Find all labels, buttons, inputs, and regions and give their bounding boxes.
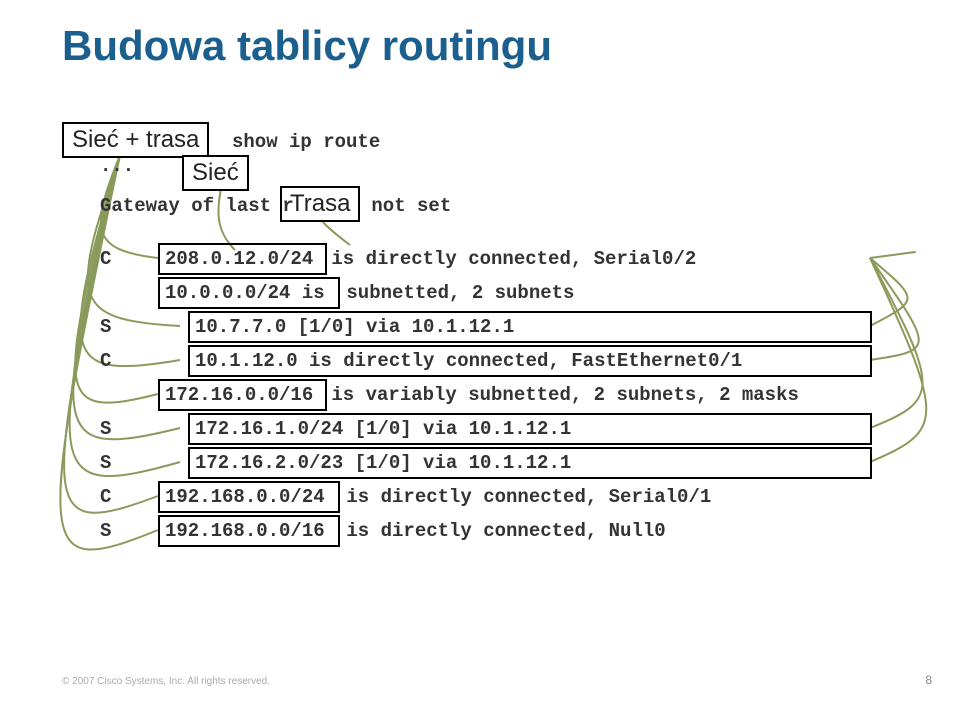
box-net-9 bbox=[158, 515, 340, 547]
line6-code: S bbox=[100, 418, 111, 440]
line4-code: C bbox=[100, 350, 111, 372]
line2-rest: subnetted, 2 subnets bbox=[335, 282, 574, 304]
page-number: 8 bbox=[925, 673, 932, 687]
box-route-6 bbox=[188, 413, 872, 445]
box-net-5 bbox=[158, 379, 327, 411]
line7-code: S bbox=[100, 452, 111, 474]
line9-rest: is directly connected, Null0 bbox=[335, 520, 666, 542]
line5-rest: is variably subnetted, 2 subnets, 2 mask… bbox=[320, 384, 799, 406]
box-net-1 bbox=[158, 243, 327, 275]
line1-rest: is directly connected, Serial0/2 bbox=[320, 248, 696, 270]
label-siec-trasa: Sieć + trasa bbox=[62, 122, 209, 158]
box-route-4 bbox=[188, 345, 872, 377]
box-route-7 bbox=[188, 447, 872, 479]
line9-code: S bbox=[100, 520, 111, 542]
cli-gw-pre: Gateway of last r bbox=[100, 195, 294, 217]
cli-cmd: show ip route bbox=[232, 131, 380, 153]
slide-title: Budowa tablicy routingu bbox=[62, 22, 552, 70]
line1-code: C bbox=[100, 248, 111, 270]
box-net-8 bbox=[158, 481, 340, 513]
line8-code: C bbox=[100, 486, 111, 508]
line3-code: S bbox=[100, 316, 111, 338]
box-net-2 bbox=[158, 277, 340, 309]
cli-gw-post: not set bbox=[360, 195, 451, 217]
line8-rest: is directly connected, Serial0/1 bbox=[335, 486, 711, 508]
box-route-3 bbox=[188, 311, 872, 343]
footer-copyright: © 2007 Cisco Systems, Inc. All rights re… bbox=[62, 676, 270, 687]
cli-dots: ... bbox=[100, 155, 134, 177]
label-siec: Sieć bbox=[182, 155, 249, 191]
